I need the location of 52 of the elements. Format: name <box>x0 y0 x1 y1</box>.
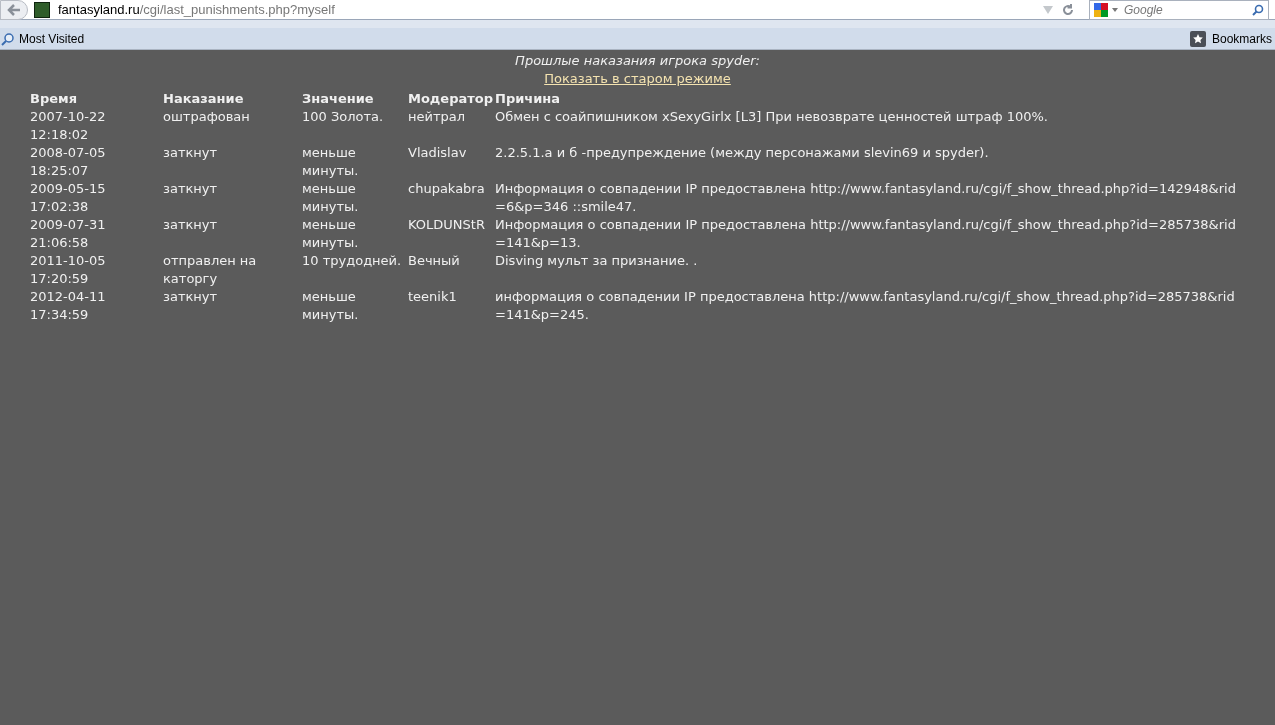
address-field[interactable]: fantasyland.ru/cgi/last_punishments.php?myself <box>58 0 1043 20</box>
table-cell-text: Обмен с соайпишником xSexyGirlx [L3] При невозврате ценностей штраф 100%. <box>495 108 1049 126</box>
table-cell-text: нейтрал <box>408 108 467 126</box>
column-header: Наказание <box>163 90 245 108</box>
column-header: Значение <box>302 90 375 108</box>
table-cell-text: заткнут <box>163 288 219 306</box>
table-cell-text: Disving мульт за признание. . <box>495 252 699 270</box>
table-cell-text: 100 Золота. <box>302 108 385 126</box>
table-cell-text: Информация о совпадении IP предоставлена http://www.fantasyland.ru/cgi/f_show_thread.php?id=142948&rid=6&p=346 ::smile47. <box>495 180 1237 216</box>
table-cell-text: меньше минуты. <box>302 288 360 324</box>
back-arrow-icon <box>7 3 21 16</box>
table-cell-text: 2012-04-11 17:34:59 <box>30 288 107 324</box>
table-cell-text: 10 трудодней. <box>302 252 403 270</box>
caret-icon <box>1112 7 1118 12</box>
url-path: /cgi/last_punishments.php?myself <box>139 0 335 19</box>
table-cell-text: 2011-10-05 17:20:59 <box>30 252 107 288</box>
page-heading: Прошлые наказания игрока spyder: <box>515 52 760 70</box>
table-cell-text: 2008-07-05 18:25:07 <box>30 144 107 180</box>
table-cell-text: chupakabra <box>408 180 486 198</box>
search-field[interactable]: Google <box>1089 0 1269 20</box>
table-cell-text: 2007-10-22 12:18:02 <box>30 108 107 144</box>
column-header: Время <box>30 90 78 108</box>
column-header: Причина <box>495 90 562 108</box>
back-button[interactable] <box>0 0 28 20</box>
table-cell-text: заткнут <box>163 144 219 162</box>
magnifier-icon <box>1 31 15 46</box>
table-cell-text: Информация о совпадении IP предоставлена http://www.fantasyland.ru/cgi/f_show_thread.php?id=285738&rid=141&p=13. <box>495 216 1237 252</box>
table-cell-text: меньше минуты. <box>302 144 360 180</box>
bookmarks-menu[interactable]: Bookmarks <box>1189 29 1272 48</box>
search-input[interactable]: Google <box>1124 0 1244 19</box>
table-cell-text: 2.2.5.1.а и б -предупреждение (между персонажами slevin69 и spyder). <box>495 144 990 162</box>
table-cell-text: Вечный <box>408 252 461 270</box>
search-icon[interactable] <box>1252 3 1264 16</box>
table-cell-text: информация о совпадении IP предоставлена http://www.fantasyland.ru/cgi/f_show_thread.php?id=285738&rid=141&p=245. <box>495 288 1236 324</box>
table-cell-text: меньше минуты. <box>302 180 360 216</box>
column-header: Модератор <box>408 90 495 108</box>
table-cell-text: заткнут <box>163 216 219 234</box>
table-cell-text: заткнут <box>163 180 219 198</box>
table-cell-text: оштрафован <box>163 108 251 126</box>
search-engine-icon <box>1094 2 1108 17</box>
table-cell-text: меньше минуты. <box>302 216 360 252</box>
table-cell-text: Vladislav <box>408 144 468 162</box>
favicon-icon <box>34 1 50 18</box>
bookmark-folder[interactable]: Most Visited <box>0 29 86 48</box>
table-cell-text: teenik1 <box>408 288 458 306</box>
dropdown-caret-icon[interactable] <box>1043 5 1053 14</box>
url-domain: fantasyland.ru <box>58 0 140 19</box>
old-mode-link[interactable]: Показать в старом режиме <box>544 70 731 88</box>
table-cell-text: 2009-07-31 21:06:58 <box>30 216 107 252</box>
reload-icon[interactable] <box>1061 2 1075 17</box>
table-cell-text: KOLDUNStR <box>408 216 486 234</box>
table-cell-text: 2009-05-15 17:02:38 <box>30 180 107 216</box>
